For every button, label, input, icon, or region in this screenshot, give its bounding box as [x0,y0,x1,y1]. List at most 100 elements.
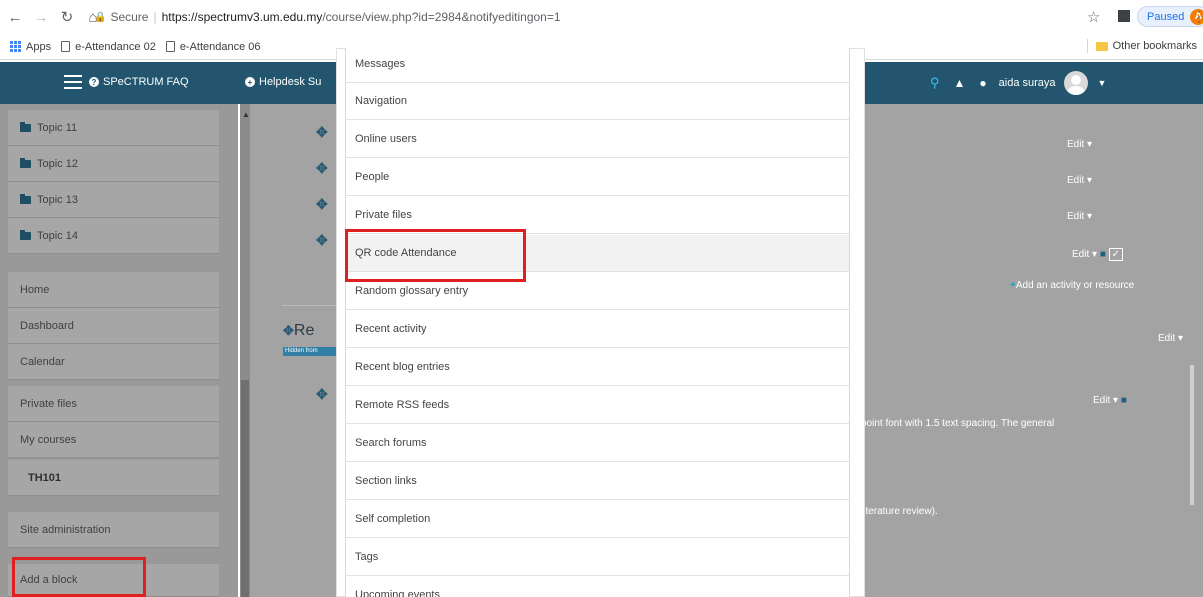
add-activity-label: Add an activity or resource [1015,280,1135,291]
chat-icon[interactable]: ● [979,76,986,90]
drawer-item-label: Site administration [20,523,111,536]
drawer-item-label: Topic 11 [37,121,78,134]
add-block-list: Messages Navigation Online users People … [345,48,850,597]
other-bookmarks[interactable]: Other bookmarks [1086,39,1197,53]
secure-label: Secure [110,10,149,24]
block-option-label: Private files [355,209,412,221]
bookmark-label: e-Attendance 06 [179,40,261,53]
drawer-topic-14[interactable]: Topic 14 [8,218,219,254]
folder-icon [20,229,31,240]
block-option-label: Self completion [355,513,431,525]
drawer-topic-11[interactable]: Topic 11 [8,110,219,146]
block-option-recent-activity[interactable]: Recent activity [346,311,849,348]
block-option-messages[interactable]: Messages [346,48,849,83]
highlight-add-a-block [12,557,146,597]
user-avatar[interactable] [1063,71,1088,95]
edit-menu[interactable]: Edit ▾ ■ [1093,395,1127,406]
scroll-up-arrow-icon[interactable]: ▲ [242,110,250,119]
browser-menu-icon[interactable]: ⋮ [1192,8,1203,25]
helpdesk-link[interactable]: + Helpdesk Su [245,76,321,88]
drawer-private-files[interactable]: Private files [8,386,219,422]
move-handle-icon[interactable]: ✥ [316,232,328,249]
bookmark-divider [1086,39,1088,53]
drawer-item-label: My courses [20,433,77,446]
block-option-online-users[interactable]: Online users [346,121,849,158]
edit-menu[interactable]: Edit ▾ [1067,139,1092,150]
bookmark-e-attendance-06[interactable]: e-Attendance 06 [165,40,261,53]
block-option-remote-rss-feeds[interactable]: Remote RSS feeds [346,387,849,424]
forward-icon[interactable]: → [30,6,52,28]
drawer-topic-12[interactable]: Topic 12 [8,146,219,182]
move-handle-icon[interactable]: ✥ [316,160,328,177]
drawer-dashboard[interactable]: Dashboard [8,308,219,344]
drawer-course-th101[interactable]: TH101 [8,460,219,496]
checkbox-icon[interactable]: ✓ [1108,248,1124,261]
block-option-label: Tags [355,551,379,563]
search-icon[interactable]: ⚲ [930,75,940,91]
question-icon: ? [89,77,99,87]
block-option-label: Recent activity [355,323,427,335]
back-icon[interactable]: ← [4,6,26,28]
chevron-down-icon[interactable]: ▼ [1098,78,1107,88]
block-option-label: Online users [355,133,417,145]
move-handle-icon[interactable]: ✥ [316,196,328,213]
reload-icon[interactable]: ↻ [56,6,78,28]
page-icon [165,41,175,52]
highlight-qr-code-attendance [345,229,526,282]
faq-link[interactable]: ? SPeCTRUM FAQ [89,76,189,88]
page-icon [61,41,71,52]
section-edit-menu[interactable]: Edit ▾ [1158,333,1183,344]
drawer-scrollbar-thumb[interactable] [241,380,249,597]
bookmark-apps[interactable]: Apps [10,41,51,53]
address-bar[interactable]: 🔒 Secure | https://spectrumv3.um.edu.my … [94,6,994,28]
bookmark-e-attendance-02[interactable]: e-Attendance 02 [61,41,156,53]
edit-label: Edit [1093,395,1111,406]
add-activity-link[interactable]: +Add an activity or resource [1010,280,1134,291]
drawer-item-label: Dashboard [20,319,74,332]
user-role-icon[interactable]: ■ [1100,249,1106,260]
edit-menu[interactable]: Edit ▾ [1067,211,1092,222]
drawer-home[interactable]: Home [8,272,219,308]
hamburger-menu-icon[interactable] [64,75,82,89]
drawer-site-administration[interactable]: Site administration [8,512,219,548]
edit-label: Edit [1067,139,1085,150]
edit-menu[interactable]: Edit ▾ [1067,175,1092,186]
block-option-search-forums[interactable]: Search forums [346,425,849,462]
url-host: https://spectrumv3.um.edu.my [161,10,323,24]
bookmark-star-icon[interactable]: ☆ [1087,8,1100,26]
extension-icon[interactable] [1118,10,1130,22]
block-option-tags[interactable]: Tags [346,539,849,576]
edit-menu[interactable]: Edit ▾ ■ ✓ [1072,248,1124,261]
move-handle-icon[interactable]: ✥ [283,323,294,338]
block-option-people[interactable]: People [346,159,849,196]
block-option-navigation[interactable]: Navigation [346,83,849,120]
section-title: ✥Re [283,322,314,340]
folder-icon [20,157,31,168]
lock-icon: 🔒 [94,11,107,23]
page-scrollbar[interactable] [1190,365,1194,505]
block-option-self-completion[interactable]: Self completion [346,501,849,538]
move-handle-icon[interactable]: ✥ [316,124,328,141]
edit-label: Edit [1072,249,1090,260]
block-option-label: Section links [355,475,417,487]
block-option-label: Recent blog entries [355,361,450,373]
edit-label: Edit [1158,333,1176,344]
edit-label: Edit [1067,175,1085,186]
bookmark-label: Apps [26,40,52,53]
block-option-label: Upcoming events [355,589,440,597]
block-option-label: Navigation [355,95,407,107]
block-option-label: Random glossary entry [355,285,469,297]
drawer-item-label: Topic 14 [37,229,78,242]
bell-icon[interactable]: ▲ [954,76,966,90]
user-name[interactable]: aida suraya [999,77,1056,89]
drawer-my-courses[interactable]: My courses [8,422,219,458]
url-path: /course/view.php?id=2984&notifyeditingon… [322,10,561,24]
block-option-section-links[interactable]: Section links [346,463,849,500]
drawer-calendar[interactable]: Calendar [8,344,219,380]
block-option-upcoming-events[interactable]: Upcoming events [346,577,849,597]
block-option-recent-blog-entries[interactable]: Recent blog entries [346,349,849,386]
move-handle-icon[interactable]: ✥ [316,386,328,403]
drawer-topic-13[interactable]: Topic 13 [8,182,219,218]
user-role-icon[interactable]: ■ [1121,395,1127,406]
drawer-item-label: Calendar [20,355,65,368]
